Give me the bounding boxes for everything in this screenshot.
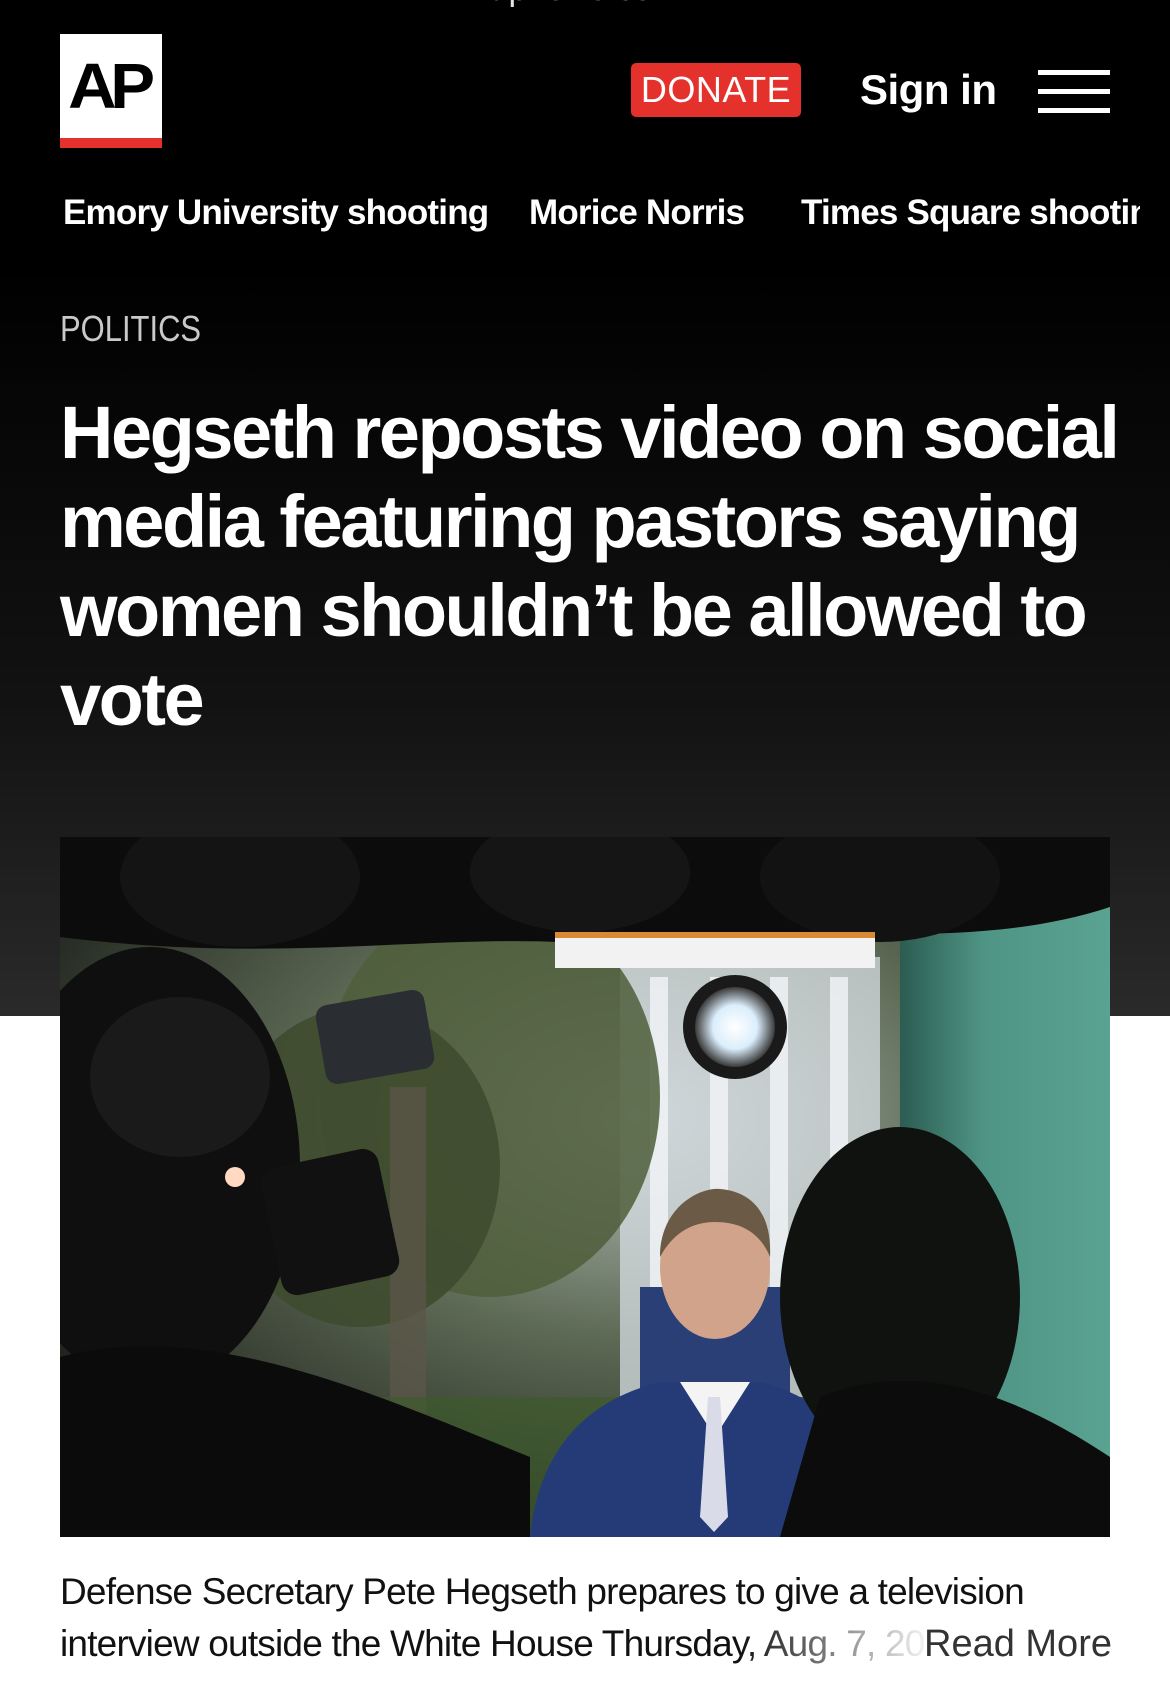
logo-text: AP bbox=[67, 50, 155, 122]
read-more-button[interactable]: Read More bbox=[924, 1618, 1112, 1670]
section-label[interactable]: POLITICS bbox=[60, 306, 201, 352]
menu-bar-line bbox=[1038, 89, 1110, 94]
donate-button[interactable]: DONATE bbox=[631, 63, 801, 117]
photo-illustration bbox=[60, 837, 1110, 1537]
trending-topics-nav: Emory University shooting Morice Norris … bbox=[0, 186, 1140, 242]
ap-logo[interactable]: AP bbox=[60, 34, 162, 148]
menu-bar-line bbox=[1038, 108, 1110, 113]
article-headline: Hegseth reposts video on social media fe… bbox=[60, 391, 1120, 741]
article-lead-photo[interactable] bbox=[60, 837, 1110, 1537]
browser-url-bar[interactable]: apnews.com bbox=[0, 0, 1170, 8]
sign-in-link[interactable]: Sign in bbox=[860, 64, 997, 116]
topic-link-morice-norris[interactable]: Morice Norris bbox=[529, 186, 745, 240]
url-text: apnews.com bbox=[490, 0, 681, 8]
topic-link-times-square-shooting[interactable]: Times Square shooting bbox=[801, 186, 1140, 240]
hamburger-menu-icon[interactable] bbox=[1038, 70, 1110, 114]
menu-bar-line bbox=[1038, 70, 1110, 75]
topic-link-emory-university-shooting[interactable]: Emory University shooting bbox=[63, 186, 489, 240]
